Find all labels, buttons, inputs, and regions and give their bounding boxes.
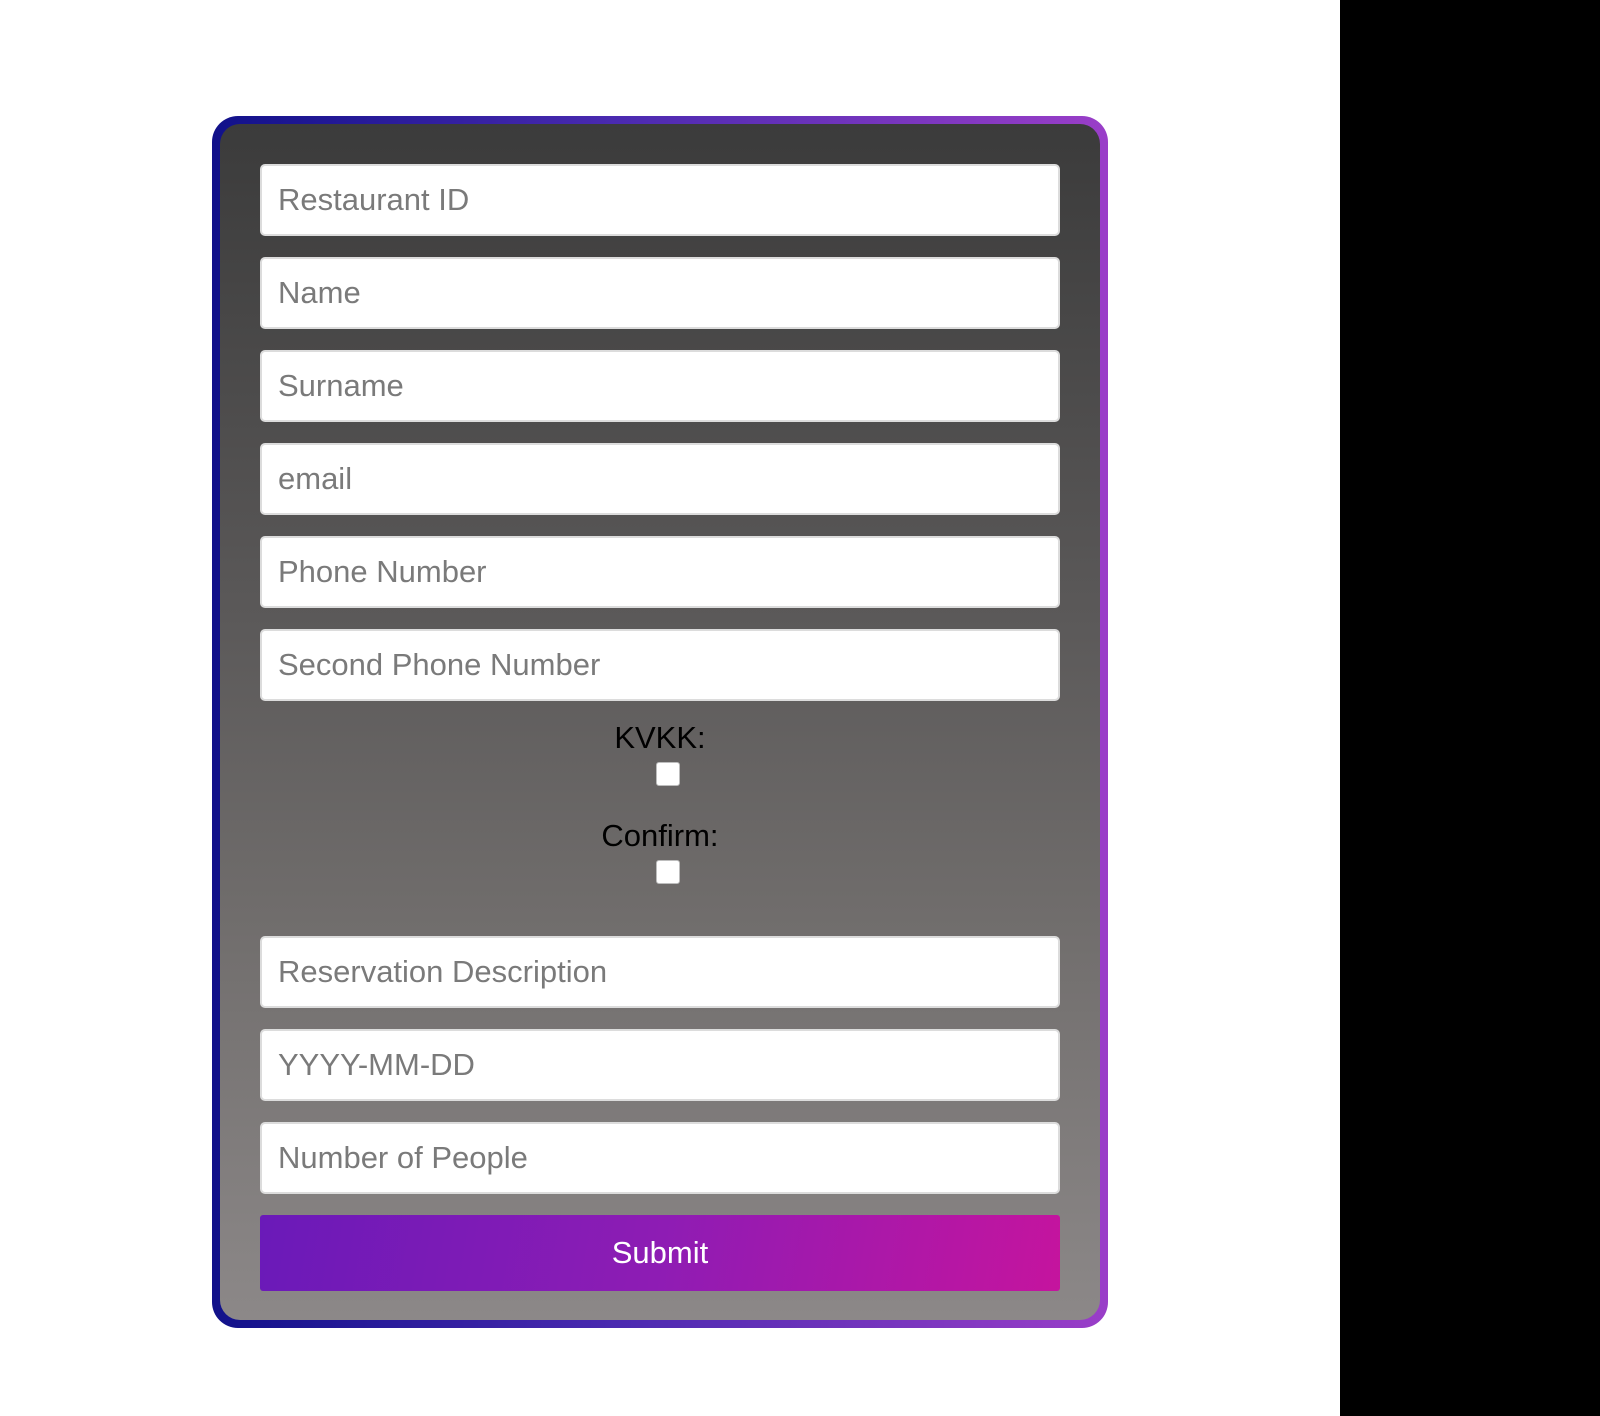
- reservation-form: KVKK: Confirm: Submit: [220, 124, 1100, 1320]
- confirm-checkbox[interactable]: [656, 860, 680, 884]
- confirm-label: Confirm:: [601, 818, 719, 853]
- reservation-form-frame: KVKK: Confirm: Submit: [212, 116, 1108, 1328]
- surname-input[interactable]: [260, 350, 1060, 422]
- restaurant-id-input[interactable]: [260, 164, 1060, 236]
- email-input[interactable]: [260, 443, 1060, 515]
- confirm-group: Confirm:: [260, 818, 1060, 936]
- number-of-people-input[interactable]: [260, 1122, 1060, 1194]
- kvkk-label: KVKK:: [614, 720, 706, 755]
- right-black-panel: [1340, 0, 1600, 1416]
- date-input[interactable]: [260, 1029, 1060, 1101]
- second-phone-number-input[interactable]: [260, 629, 1060, 701]
- phone-number-input[interactable]: [260, 536, 1060, 608]
- submit-button[interactable]: Submit: [260, 1215, 1060, 1291]
- kvkk-group: KVKK:: [260, 720, 1060, 818]
- name-input[interactable]: [260, 257, 1060, 329]
- kvkk-checkbox[interactable]: [656, 762, 680, 786]
- reservation-description-input[interactable]: [260, 936, 1060, 1008]
